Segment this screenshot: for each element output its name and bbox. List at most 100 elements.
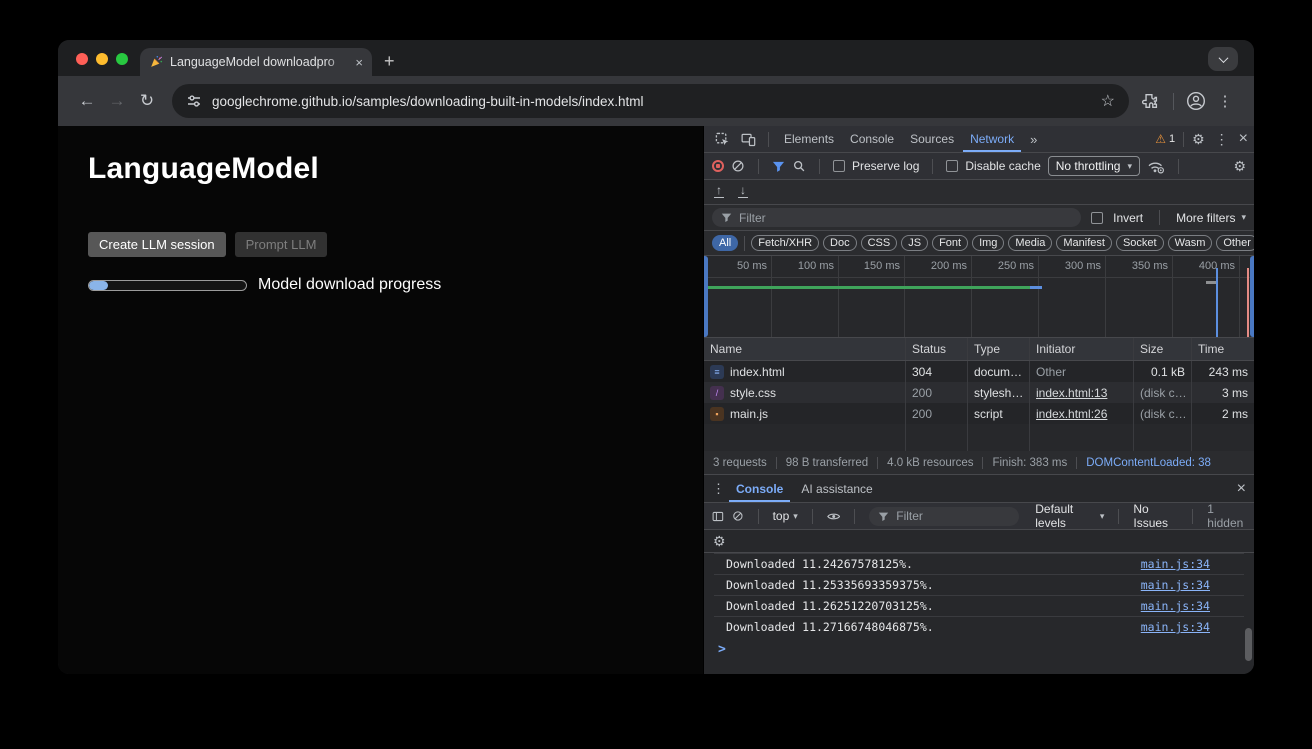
disable-cache-checkbox[interactable] [946,160,958,172]
network-settings-button[interactable]: ⚙ [1233,159,1246,173]
minimize-window-button[interactable] [96,53,108,65]
tick-350ms: 350 ms [1110,260,1168,272]
chip-socket[interactable]: Socket [1116,235,1164,251]
back-button[interactable]: ← [72,86,102,116]
overview-left-handle[interactable] [704,256,708,337]
column-header-size[interactable]: Size [1134,338,1192,360]
site-settings-icon[interactable] [186,93,202,109]
chip-all[interactable]: All [712,235,738,251]
column-header-name[interactable]: Name [704,338,906,360]
invert-checkbox[interactable] [1091,212,1103,224]
export-har-button[interactable]: ↓ [738,186,748,198]
initiator-link[interactable]: index.html:26 [1036,407,1107,421]
chip-other[interactable]: Other [1216,235,1254,251]
tab-sources[interactable]: Sources [903,126,961,152]
tab-search-button[interactable] [1208,47,1238,71]
request-status-cell: 200 [906,382,968,403]
devtools-settings-button[interactable]: ⚙ [1192,132,1205,146]
script-file-icon: ▪ [710,407,724,421]
console-source-link[interactable]: main.js:34 [1141,599,1210,613]
log-levels-select[interactable]: Default levels [1035,502,1096,530]
console-filter-input[interactable]: Filter [869,507,1019,526]
issues-link[interactable]: No Issues [1133,502,1178,530]
console-message-text: Downloaded 11.25335693359375%. [726,578,934,592]
chip-media[interactable]: Media [1008,235,1052,251]
close-window-button[interactable] [76,53,88,65]
live-expression-eye-icon[interactable] [827,511,840,522]
record-network-log-button[interactable] [712,160,724,172]
chip-img[interactable]: Img [972,235,1004,251]
chip-css[interactable]: CSS [861,235,898,251]
bookmark-star-icon[interactable]: ☆ [1101,91,1115,111]
table-row[interactable]: ▪ main.js 200 script index.html:26 (disk… [704,403,1254,424]
chip-doc[interactable]: Doc [823,235,857,251]
console-sidebar-toggle[interactable] [712,510,724,523]
progress-label: Model download progress [258,276,441,294]
chip-wasm[interactable]: Wasm [1168,235,1213,251]
issues-counter[interactable]: ⚠ 1 [1155,132,1175,146]
url-bar[interactable]: googlechrome.github.io/samples/downloadi… [172,84,1129,118]
inspect-element-button[interactable] [710,125,734,153]
drawer-menu-button[interactable]: ⋮ [712,482,725,495]
initiator-link[interactable]: index.html:13 [1036,386,1107,400]
throttling-select[interactable]: No throttling ▾ [1048,156,1140,176]
more-filters-button[interactable]: More filters [1176,211,1235,225]
drawer-tab-console[interactable]: Console [729,475,790,502]
chip-fetch-xhr[interactable]: Fetch/XHR [751,235,819,251]
network-filter-input[interactable]: Filter [712,208,1081,227]
column-header-time[interactable]: Time [1192,338,1254,360]
device-toolbar-button[interactable] [736,125,760,153]
tab-console[interactable]: Console [843,126,901,152]
column-header-type[interactable]: Type [968,338,1030,360]
tab-close-icon[interactable]: × [355,56,363,69]
chip-manifest[interactable]: Manifest [1056,235,1112,251]
zoom-window-button[interactable] [116,53,128,65]
execution-context-select[interactable]: top [773,509,790,523]
browser-tab[interactable]: LanguageModel downloadpro × [140,48,372,76]
console-settings-button[interactable]: ⚙ [713,534,726,548]
column-header-status[interactable]: Status [906,338,968,360]
console-source-link[interactable]: main.js:34 [1141,578,1210,592]
console-source-link[interactable]: main.js:34 [1141,620,1210,634]
preserve-log-checkbox[interactable] [833,160,845,172]
console-scrollbar-thumb[interactable] [1245,628,1252,661]
network-overview-timeline[interactable]: 50 ms 100 ms 150 ms 200 ms 250 ms 300 ms… [704,256,1254,338]
filter-funnel-icon[interactable] [772,160,785,173]
clear-network-log-button[interactable] [731,159,745,173]
overview-right-handle[interactable] [1250,256,1254,337]
extensions-button[interactable] [1137,87,1165,115]
load-event-marker [1247,268,1249,337]
network-conditions-icon[interactable] [1147,159,1165,174]
toolbar-divider [1118,509,1119,524]
drawer-tab-ai-assistance[interactable]: AI assistance [794,475,879,502]
import-har-button[interactable]: ↑ [714,186,724,198]
request-type-cell: script [968,403,1030,424]
forward-button[interactable]: → [102,86,132,116]
devtools-close-button[interactable]: × [1239,131,1248,147]
create-llm-session-button[interactable]: Create LLM session [88,232,226,257]
search-icon[interactable] [792,159,806,173]
more-tabs-button[interactable]: » [1023,126,1044,152]
devtools-menu-button[interactable]: ⋮ [1215,132,1229,146]
tab-network[interactable]: Network [963,126,1021,152]
table-row[interactable]: / style.css 200 stylesh… index.html:13 (… [704,382,1254,403]
invert-label: Invert [1113,211,1143,225]
new-tab-button[interactable]: + [384,51,395,71]
column-header-initiator[interactable]: Initiator [1030,338,1134,360]
model-download-progressbar [88,280,247,291]
drawer-close-button[interactable]: × [1237,481,1246,497]
toolbar-divider [744,236,745,251]
chip-font[interactable]: Font [932,235,968,251]
chip-js[interactable]: JS [901,235,928,251]
domcontentloaded-time: DOMContentLoaded: 38 [1086,457,1211,469]
tab-elements[interactable]: Elements [777,126,841,152]
prompt-llm-button[interactable]: Prompt LLM [235,232,328,257]
clear-console-button[interactable] [732,509,744,523]
console-source-link[interactable]: main.js:34 [1141,557,1210,571]
chrome-menu-button[interactable]: ⋮ [1210,86,1240,116]
profile-button[interactable] [1182,87,1210,115]
console-prompt[interactable]: > [704,637,1254,661]
reload-button[interactable]: ↻ [132,86,162,116]
request-name: main.js [730,407,768,421]
table-row[interactable]: ≡ index.html 304 docum… Other 0.1 kB 243… [704,361,1254,382]
